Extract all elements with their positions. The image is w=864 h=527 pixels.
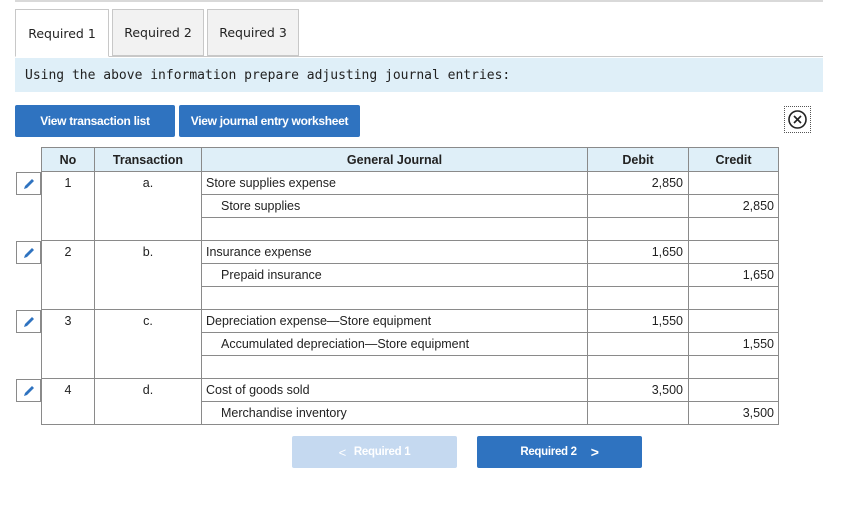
pencil-icon <box>23 178 34 189</box>
table-row: 4 d. Cost of goods sold 3,500 <box>41 378 779 425</box>
table-row: 2 b. Insurance expense 1,650 <box>41 240 779 310</box>
credit-account-cell[interactable]: Accumulated depreciation—Store equipment <box>201 332 588 356</box>
credit-amount[interactable]: 2,850 <box>688 194 779 218</box>
debit-amount-empty[interactable] <box>587 194 689 218</box>
entry-no: 3 <box>41 309 95 379</box>
empty-cell[interactable] <box>201 355 588 379</box>
credit-account-cell[interactable]: Prepaid insurance <box>201 263 588 287</box>
close-circle-icon <box>788 110 807 129</box>
table-row: 3 c. Depreciation expense—Store equipmen… <box>41 309 779 379</box>
entry-transaction: b. <box>94 240 202 310</box>
tab-required-3[interactable]: Required 3 <box>207 9 299 56</box>
empty-cell[interactable] <box>201 286 588 310</box>
entry-no: 2 <box>41 240 95 310</box>
header-no: No <box>41 147 95 172</box>
header-credit: Credit <box>688 147 779 172</box>
debit-amount[interactable]: 1,650 <box>587 240 689 264</box>
instruction-banner: Using the above information prepare adju… <box>15 58 823 92</box>
debit-amount-empty[interactable] <box>587 401 689 425</box>
entry-transaction: c. <box>94 309 202 379</box>
empty-cell[interactable] <box>587 355 689 379</box>
chevron-left-icon: < <box>338 444 347 460</box>
header-debit: Debit <box>587 147 689 172</box>
debit-amount[interactable]: 2,850 <box>587 171 689 195</box>
edit-entry-3-button[interactable] <box>16 310 41 333</box>
next-required-label: Required 2 <box>520 446 577 458</box>
next-required-button[interactable]: Required 2 > <box>477 436 642 468</box>
edit-entry-1-button[interactable] <box>16 172 41 195</box>
empty-cell[interactable] <box>201 217 588 241</box>
debit-account: Depreciation expense—Store equipment <box>206 314 432 328</box>
debit-account-cell[interactable]: Depreciation expense—Store equipment <box>201 309 588 333</box>
debit-account: Store supplies expense <box>206 176 336 190</box>
empty-cell[interactable] <box>688 355 779 379</box>
prev-required-label: Required 1 <box>353 446 411 458</box>
pencil-icon <box>23 247 34 258</box>
header-transaction: Transaction <box>94 147 202 172</box>
debit-account-cell[interactable]: Cost of goods sold <box>201 378 588 402</box>
entry-no: 4 <box>41 378 95 425</box>
edit-entry-4-button[interactable] <box>16 379 41 402</box>
debit-amount-empty[interactable] <box>587 332 689 356</box>
pencil-icon <box>23 316 34 327</box>
chevron-right-icon: > <box>590 444 599 460</box>
credit-account: Prepaid insurance <box>221 268 322 282</box>
debit-account-cell[interactable]: Store supplies expense <box>201 171 588 195</box>
entry-transaction: a. <box>94 171 202 241</box>
tab-bar: Required 1 Required 2 Required 3 <box>15 9 823 57</box>
empty-cell[interactable] <box>587 217 689 241</box>
prev-required-button[interactable]: < Required 1 <box>292 436 457 468</box>
credit-amount[interactable]: 1,550 <box>688 332 779 356</box>
tab-required-1[interactable]: Required 1 <box>15 9 109 57</box>
credit-amount-empty[interactable] <box>688 378 779 402</box>
credit-amount-empty[interactable] <box>688 240 779 264</box>
view-transaction-list-button[interactable]: View transaction list <box>15 105 175 137</box>
entry-transaction: d. <box>94 378 202 425</box>
credit-account: Merchandise inventory <box>221 406 347 420</box>
table-row: 1 a. Store supplies expense 2,850 <box>41 171 779 241</box>
tab-required-2[interactable]: Required 2 <box>112 9 204 56</box>
instruction-text: Using the above information prepare adju… <box>25 67 511 83</box>
debit-amount[interactable]: 3,500 <box>587 378 689 402</box>
debit-account-cell[interactable]: Insurance expense <box>201 240 588 264</box>
credit-amount[interactable]: 3,500 <box>688 401 779 425</box>
edit-entry-2-button[interactable] <box>16 241 41 264</box>
journal-table: No Transaction General Journal Debit Cre… <box>41 147 779 425</box>
empty-cell[interactable] <box>688 286 779 310</box>
credit-amount-empty[interactable] <box>688 309 779 333</box>
credit-amount-empty[interactable] <box>688 171 779 195</box>
credit-account-cell[interactable]: Store supplies <box>201 194 588 218</box>
credit-amount[interactable]: 1,650 <box>688 263 779 287</box>
empty-cell[interactable] <box>587 286 689 310</box>
header-general-journal: General Journal <box>201 147 588 172</box>
debit-amount[interactable]: 1,550 <box>587 309 689 333</box>
pencil-icon <box>23 385 34 396</box>
debit-account: Cost of goods sold <box>206 383 310 397</box>
credit-account: Accumulated depreciation—Store equipment <box>221 337 470 351</box>
credit-account: Store supplies <box>221 199 301 213</box>
empty-cell[interactable] <box>688 217 779 241</box>
debit-amount-empty[interactable] <box>587 263 689 287</box>
top-divider <box>15 0 823 2</box>
view-journal-entry-worksheet-button[interactable]: View journal entry worksheet <box>179 105 360 137</box>
table-header-row: No Transaction General Journal Debit Cre… <box>41 147 779 172</box>
entry-no: 1 <box>41 171 95 241</box>
close-button[interactable] <box>784 106 811 133</box>
tab-divider <box>15 56 823 57</box>
debit-account: Insurance expense <box>206 245 312 259</box>
credit-account-cell[interactable]: Merchandise inventory <box>201 401 588 425</box>
